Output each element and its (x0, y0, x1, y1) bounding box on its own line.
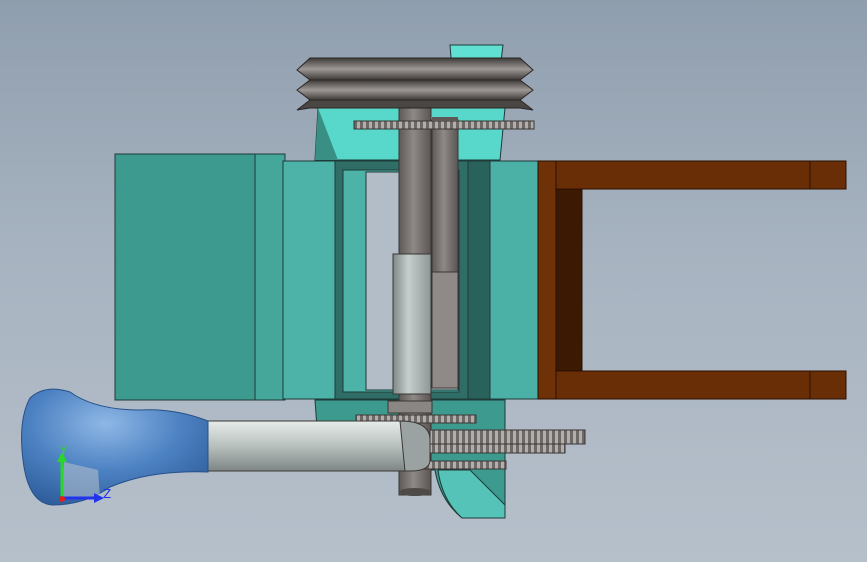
left-housing (114, 153, 286, 401)
cad-viewport[interactable]: Y Z (0, 0, 867, 562)
y-axis-label: Y (59, 444, 68, 458)
belt-pulley[interactable] (296, 57, 534, 111)
crank-handle-knob[interactable] (21, 388, 209, 506)
assembly-drawing: Y Z (21, 44, 847, 519)
crank-arm[interactable] (204, 420, 431, 472)
shaft-sleeve (392, 253, 432, 395)
support-frame (537, 160, 847, 400)
z-axis-label: Z (103, 487, 111, 501)
